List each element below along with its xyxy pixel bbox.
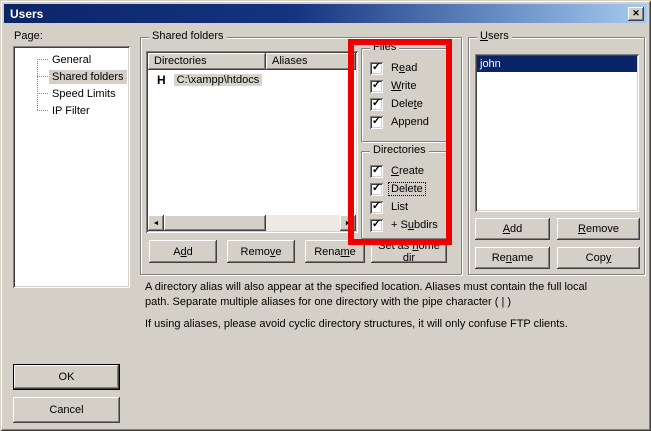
users-list[interactable]: john — [475, 54, 639, 212]
tree-item-shared-folders[interactable]: Shared folders — [13, 68, 130, 85]
files-group-label: Files — [370, 41, 399, 54]
tree-branch-icon — [37, 76, 48, 77]
checkbox-label: Append — [389, 116, 431, 128]
checkbox-write[interactable]: ✓ Write — [362, 77, 448, 95]
column-header-filler — [352, 53, 356, 70]
tree-item-general[interactable]: General — [13, 51, 130, 68]
check-icon: ✓ — [372, 116, 381, 127]
checkbox-subdirs[interactable]: ✓ + Subdirs — [362, 216, 448, 234]
window-title: Users — [10, 7, 628, 21]
checkbox-label: Read — [389, 62, 419, 74]
set-as-home-dir-button[interactable]: Set as home dir — [371, 240, 447, 263]
alias-note-1: A directory alias will also appear at th… — [145, 280, 607, 310]
checkbox-label: + Subdirs — [389, 219, 440, 231]
list-header: Directories Aliases — [148, 53, 356, 70]
check-icon: ✓ — [372, 80, 381, 91]
cancel-button[interactable]: Cancel — [13, 397, 120, 423]
check-icon: ✓ — [372, 62, 381, 73]
directory-row[interactable]: H C:\xampp\htdocs — [148, 72, 262, 87]
user-item-john[interactable]: john — [477, 56, 637, 72]
checkbox-delete-files[interactable]: ✓ Delete — [362, 95, 448, 113]
files-permissions-group: Files ✓ Read ✓ Write ✓ Delete ✓ Append — [361, 48, 449, 142]
checkbox-read[interactable]: ✓ Read — [362, 59, 448, 77]
close-icon: ✕ — [632, 8, 640, 19]
tree-item-label-selected: Shared folders — [49, 70, 127, 84]
scroll-right-icon: ► — [345, 220, 352, 227]
checkbox-box: ✓ — [370, 201, 383, 214]
checkbox-delete-directories[interactable]: ✓ Delete — [362, 180, 448, 198]
scrollbar-thumb[interactable] — [164, 215, 266, 231]
users-group-label: Users — [477, 30, 512, 43]
check-icon: ✓ — [372, 98, 381, 109]
directories-list[interactable]: Directories Aliases H C:\xampp\htdocs ◄ … — [146, 51, 358, 233]
column-header-aliases[interactable]: Aliases — [266, 53, 352, 70]
shared-folders-group: Shared folders Directories Aliases H C:\… — [140, 37, 462, 275]
directories-group-label: Directories — [370, 144, 429, 157]
remove-directory-button[interactable]: Remove — [227, 240, 295, 263]
alias-notes: A directory alias will also appear at th… — [145, 280, 607, 339]
checkbox-append[interactable]: ✓ Append — [362, 113, 448, 131]
add-user-button[interactable]: Add — [475, 218, 550, 240]
checkbox-list[interactable]: ✓ List — [362, 198, 448, 216]
check-icon: ✓ — [372, 201, 381, 212]
add-directory-button[interactable]: Add — [149, 240, 217, 263]
column-header-label: Directories — [154, 55, 207, 67]
rename-directory-button[interactable]: Rename — [305, 240, 365, 263]
scroll-left-button[interactable]: ◄ — [148, 215, 164, 231]
tree-branch-icon — [37, 110, 48, 111]
checkbox-label: Write — [389, 80, 418, 92]
page-label: Page: — [14, 30, 43, 42]
checkbox-box: ✓ — [370, 183, 383, 196]
tree-branch-icon — [37, 93, 48, 94]
tree-item-ip-filter[interactable]: IP Filter — [13, 102, 130, 119]
remove-user-button[interactable]: Remove — [557, 218, 640, 240]
rename-user-button[interactable]: Rename — [475, 247, 550, 269]
checkbox-label: Delete — [389, 98, 425, 110]
tree-item-label: General — [49, 53, 94, 67]
tree-item-speed-limits[interactable]: Speed Limits — [13, 85, 130, 102]
checkbox-box: ✓ — [370, 219, 383, 232]
column-header-label: Aliases — [272, 55, 307, 67]
tree-branch-icon — [37, 59, 48, 60]
check-icon: ✓ — [372, 219, 381, 230]
alias-note-2: If using aliases, please avoid cyclic di… — [145, 317, 607, 332]
tree-item-label: Speed Limits — [49, 87, 119, 101]
directory-path: C:\xampp\htdocs — [174, 74, 263, 86]
close-button[interactable]: ✕ — [628, 7, 644, 21]
horizontal-scrollbar[interactable]: ◄ ► — [148, 215, 356, 231]
titlebar[interactable]: Users ✕ — [4, 4, 647, 23]
checkbox-box: ✓ — [370, 80, 383, 93]
column-header-directories[interactable]: Directories — [148, 53, 266, 70]
check-icon: ✓ — [372, 183, 381, 194]
scroll-right-button[interactable]: ► — [340, 215, 356, 231]
home-flag: H — [157, 73, 166, 87]
directories-permissions-group: Directories ✓ Create ✓ Delete ✓ List ✓ +… — [361, 151, 449, 239]
check-icon: ✓ — [372, 165, 381, 176]
copy-user-button[interactable]: Copy — [557, 247, 640, 269]
users-dialog: Users ✕ Page: General Shared folders Spe… — [0, 0, 651, 431]
checkbox-label: List — [389, 201, 410, 213]
page-tree[interactable]: General Shared folders Speed Limits IP F… — [13, 46, 130, 288]
scrollbar-track[interactable] — [164, 215, 340, 231]
tree-item-label: IP Filter — [49, 104, 93, 118]
shared-folders-group-label: Shared folders — [149, 30, 227, 43]
checkbox-box: ✓ — [370, 98, 383, 111]
users-group: Users john Add Remove Rename Copy — [468, 37, 645, 275]
scroll-left-icon: ◄ — [153, 220, 160, 227]
checkbox-box: ✓ — [370, 116, 383, 129]
ok-button-frame: OK — [13, 364, 120, 390]
checkbox-box: ✓ — [370, 165, 383, 178]
checkbox-label-focused: Delete — [389, 183, 425, 195]
checkbox-label: Create — [389, 165, 426, 177]
checkbox-create[interactable]: ✓ Create — [362, 162, 448, 180]
checkbox-box: ✓ — [370, 62, 383, 75]
ok-button[interactable]: OK — [14, 365, 119, 389]
